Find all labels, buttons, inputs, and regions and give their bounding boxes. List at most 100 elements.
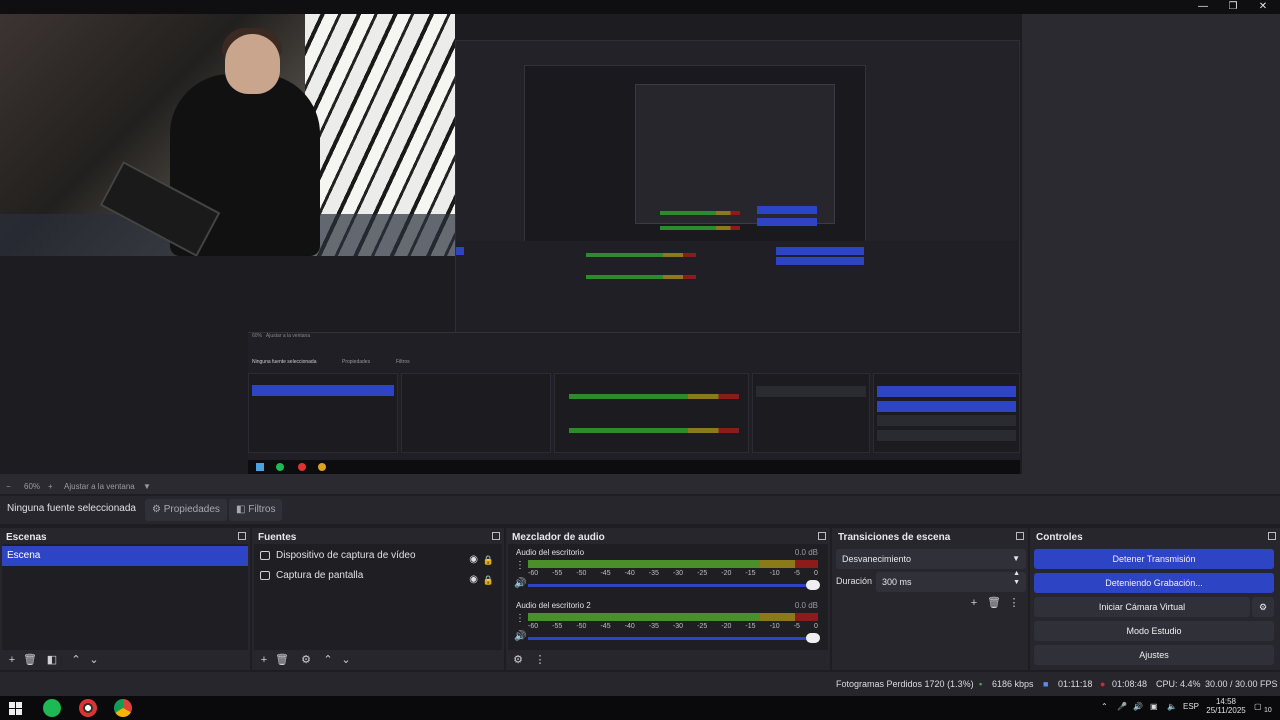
fps: 30.00 / 30.00 FPS (1205, 679, 1278, 689)
track-db: 0.0 dB (794, 548, 818, 557)
settings-button[interactable]: Ajustes (1034, 645, 1274, 665)
undock-icon[interactable] (818, 532, 826, 540)
filter-icon[interactable]: ◧ (44, 653, 60, 667)
source-item[interactable]: Captura de pantalla ◉ 🔒 (254, 566, 502, 586)
clock-date: 25/11/2025 (1206, 706, 1246, 715)
gear-icon[interactable]: ⚙ (298, 653, 314, 667)
chevron-down-icon[interactable]: ⌄ (86, 653, 102, 667)
volume-slider-handle[interactable] (806, 633, 820, 643)
chrome-icon[interactable] (114, 699, 132, 717)
camera-icon (260, 551, 270, 560)
gear-icon[interactable]: ⚙ (510, 653, 526, 667)
close-button[interactable]: ✕ (1248, 0, 1278, 14)
studio-mode-button[interactable]: Modo Estudio (1034, 621, 1274, 641)
more-menu-icon[interactable]: ⋮ (532, 653, 548, 667)
stopping-recording-button[interactable]: Deteniendo Grabación... (1034, 573, 1274, 593)
network-icon[interactable]: ▣ (1150, 702, 1158, 711)
chevron-down-icon: ▼ (1012, 554, 1020, 563)
stream-icon: ■ (1043, 679, 1049, 689)
record-time: 01:08:48 (1112, 679, 1148, 689)
nested-zoom: 60% (252, 333, 263, 339)
chevron-up-icon[interactable]: ⌃ (68, 653, 84, 667)
filter-icon: ◧ (236, 504, 246, 515)
track-menu-icon[interactable]: ⋮ (515, 613, 525, 624)
track-menu-icon[interactable]: ⋮ (515, 560, 525, 571)
speaker-icon[interactable]: 🔊 (514, 631, 526, 642)
mixer-track: Audio del escritorio 0.0 dB ⋮ -60 -55 -50-… (508, 546, 828, 598)
controls-title: Controles (1036, 532, 1083, 543)
language-indicator[interactable]: ESP (1183, 702, 1199, 711)
minimize-button[interactable]: — (1188, 0, 1218, 14)
undock-icon[interactable] (1268, 532, 1276, 540)
fit-to-window-label: Ajustar a la ventana (64, 482, 135, 491)
zoom-out-button[interactable]: − (6, 482, 11, 491)
stop-stream-button[interactable]: Detener Transmisión (1034, 549, 1274, 569)
trash-icon[interactable]: 🗑 (22, 653, 38, 667)
undock-icon[interactable] (1016, 532, 1024, 540)
fit-dropdown-icon[interactable]: ▼ (143, 482, 151, 491)
notifications-icon[interactable]: ▢ (1254, 702, 1262, 711)
nested-props: Propiedades (342, 359, 371, 365)
mixer-toolbar: ⚙ ⋮ (508, 650, 828, 670)
duration-input[interactable]: 300 ms ▲ ▼ (876, 569, 1026, 592)
add-transition-icon[interactable]: + (966, 596, 982, 610)
zoom-bar: − 60% + Ajustar a la ventana ▼ (0, 480, 1280, 494)
scenes-list[interactable]: Escena (2, 544, 248, 650)
sources-list[interactable]: Dispositivo de captura de vídeo ◉ 🔒 Capt… (254, 544, 502, 650)
volume-slider[interactable] (528, 584, 818, 587)
signal-icon: ▪ (979, 679, 983, 689)
source-label: Dispositivo de captura de vídeo (276, 550, 416, 561)
chevron-down-icon[interactable]: ⌄ (338, 653, 354, 667)
preview-canvas[interactable]: 60% Ajustar a la ventana Ninguna fuente … (0, 14, 1022, 474)
zoom-in-button[interactable]: + (48, 482, 53, 491)
transition-select[interactable]: Desvanecimiento ▼ (836, 549, 1026, 569)
add-scene-icon[interactable]: + (4, 653, 20, 667)
spinner-arrows-icon[interactable]: ▲ ▼ (1013, 569, 1020, 587)
cpu-usage: CPU: 4.4% (1156, 679, 1201, 689)
trash-icon[interactable]: 🗑 (986, 596, 1002, 610)
obs-icon[interactable] (79, 699, 97, 717)
window-titlebar: — ❐ ✕ (0, 0, 1280, 14)
undock-icon[interactable] (238, 532, 246, 540)
virtual-camera-settings-button[interactable]: ⚙ (1252, 597, 1274, 617)
track-name: Audio del escritorio 2 (516, 601, 591, 610)
duration-label: Duración (836, 576, 873, 586)
microphone-icon[interactable]: 🎤 (1117, 702, 1127, 711)
undock-icon[interactable] (492, 532, 500, 540)
lock-icon[interactable]: 🔒 (483, 570, 494, 590)
eye-icon[interactable]: ◉ (469, 570, 478, 590)
mixer-tracks: Audio del escritorio 0.0 dB ⋮ -60 -55 -50-… (508, 544, 828, 650)
start-virtual-camera-button[interactable]: Iniciar Cámara Virtual (1034, 597, 1250, 617)
add-source-icon[interactable]: + (256, 653, 272, 667)
properties-button[interactable]: ⚙ Propiedades (145, 499, 227, 521)
nested-fit-label: Ajustar a la ventana (265, 333, 311, 339)
scenes-title: Escenas (6, 532, 47, 543)
scene-item[interactable]: Escena (2, 546, 248, 566)
volume-icon[interactable]: 🔊 (1133, 702, 1143, 711)
clock[interactable]: 14:58 25/11/2025 (1206, 697, 1246, 715)
spotify-icon[interactable] (43, 699, 61, 717)
duration-value: 300 ms (882, 577, 912, 587)
windows-start-icon[interactable] (9, 702, 22, 715)
nested-filters: Filtros (396, 359, 410, 365)
speaker-icon[interactable]: 🔈 (1167, 702, 1177, 711)
nested-obs-docks: 60% Ajustar a la ventana Ninguna fuente … (248, 332, 1020, 460)
sources-dock: Fuentes Dispositivo de captura de vídeo … (252, 528, 504, 670)
filters-button[interactable]: ◧ Filtros (229, 499, 283, 521)
status-bar: Fotogramas Perdidos 1720 (1.3%) ▪ 6186 k… (0, 672, 1280, 696)
volume-slider-handle[interactable] (806, 580, 820, 590)
transitions-title: Transiciones de escena (838, 532, 951, 543)
more-menu-icon[interactable]: ⋮ (1006, 596, 1022, 610)
source-item[interactable]: Dispositivo de captura de vídeo ◉ 🔒 (254, 546, 502, 566)
volume-slider[interactable] (528, 637, 818, 640)
transitions-dock: Transiciones de escena Desvanecimiento ▼… (832, 528, 1028, 670)
chevron-up-icon[interactable]: ⌃ (1101, 702, 1108, 711)
sources-toolbar: + 🗑 ⚙ ⌃ ⌄ (254, 650, 502, 670)
trash-icon[interactable]: 🗑 (274, 653, 290, 667)
speaker-icon[interactable]: 🔊 (514, 578, 526, 589)
scenes-toolbar: + 🗑 ◧ ⌃ ⌄ (2, 650, 248, 670)
chevron-up-icon[interactable]: ⌃ (320, 653, 336, 667)
preview-area[interactable]: 60% Ajustar a la ventana Ninguna fuente … (0, 14, 1280, 480)
taskbar: ⌃ 🎤 🔊 ▣ 🔈 ESP 14:58 25/11/2025 ▢ 10 (0, 696, 1280, 720)
maximize-button[interactable]: ❐ (1218, 0, 1248, 14)
